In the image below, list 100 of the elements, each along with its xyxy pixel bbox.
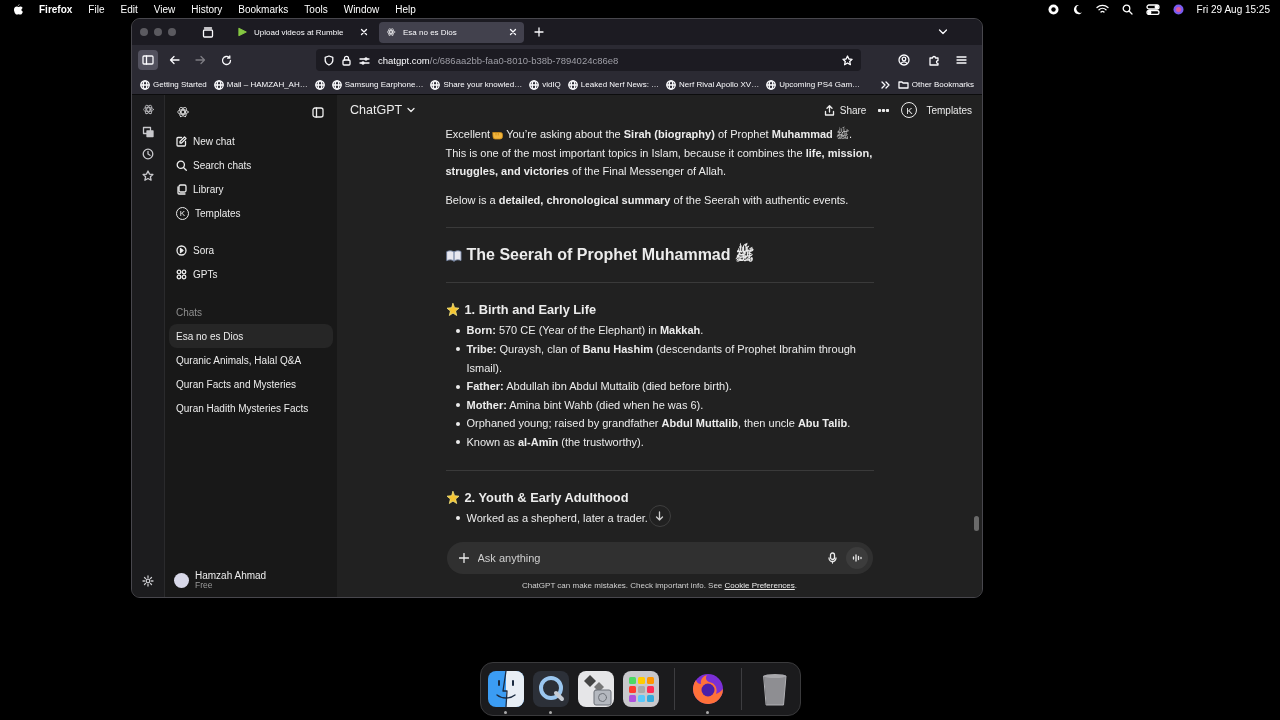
model-selector[interactable]: ChatGPT [350, 103, 416, 117]
menu-item[interactable]: View [153, 3, 176, 15]
record-icon[interactable] [1047, 3, 1059, 15]
history-icon[interactable] [142, 148, 154, 160]
bookmark-link[interactable]: Upcoming PS4 Gam… [779, 80, 861, 89]
bookmark-link[interactable]: vidIQ [542, 80, 561, 89]
tab-overview-icon[interactable] [202, 26, 214, 38]
sidebar-item[interactable]: Search chats [193, 159, 252, 171]
control-center-icon[interactable] [1145, 3, 1160, 15]
templates-button[interactable]: K Templates [901, 102, 972, 118]
composer-bar[interactable]: Ask anything [446, 542, 873, 574]
chat-item[interactable]: Quran Facts and Mysteries [169, 372, 333, 396]
cookie-preferences-link[interactable]: Cookie Preferences [724, 581, 795, 590]
account-icon[interactable] [898, 54, 910, 66]
chatgpt-logo-icon[interactable] [141, 103, 155, 116]
extensions-icon[interactable] [928, 54, 940, 66]
search-icon [176, 159, 187, 171]
running-indicator [504, 711, 507, 714]
close-icon[interactable] [509, 28, 517, 36]
close-icon[interactable] [360, 28, 368, 36]
message-input-field[interactable]: Ask anything [477, 552, 819, 564]
menu-item[interactable]: Bookmarks [238, 3, 289, 15]
window-minimize-button[interactable] [154, 28, 162, 36]
sidebar-item[interactable]: Sora [193, 244, 215, 256]
sidebar-toggle-icon[interactable] [312, 106, 324, 118]
menu-item[interactable]: File [88, 3, 105, 15]
quicktime-icon [531, 670, 570, 708]
bookmark-link[interactable]: Samsung Earphone… [344, 80, 424, 89]
sidebar-toggle-button[interactable] [138, 50, 158, 70]
chat-item[interactable]: Quran Hadith Mysteries Facts [169, 396, 333, 420]
search-icon[interactable] [1121, 3, 1133, 15]
sidebar-icon [142, 55, 154, 65]
chat-item[interactable]: Esa no es Dios [169, 324, 333, 348]
bookmark-link[interactable]: Getting Started [153, 80, 207, 89]
window-close-button[interactable] [140, 28, 148, 36]
avatar[interactable] [174, 572, 189, 588]
menu-item[interactable]: Window [343, 3, 380, 15]
chat-item[interactable]: Quranic Animals, Halal Q&A [169, 348, 333, 372]
menu-item[interactable]: Edit [120, 3, 138, 15]
folder-icon [897, 80, 909, 89]
wifi-icon[interactable] [1095, 4, 1109, 14]
screen-icon[interactable] [142, 126, 154, 138]
bullet-icon [455, 440, 460, 445]
chatgpt-logo-icon[interactable] [176, 105, 190, 119]
user-name[interactable]: Hamzah Ahmad [195, 569, 267, 582]
section-heading: 2. Youth & Early Adulthood [464, 488, 629, 507]
menu-item[interactable]: History [191, 3, 223, 15]
sidebar-item[interactable]: Templates [195, 207, 241, 219]
permissions-icon[interactable] [359, 55, 370, 65]
share-icon [823, 104, 835, 116]
globe-icon [567, 79, 578, 90]
bookmark-star-icon[interactable] [842, 54, 853, 66]
menu-icon[interactable] [956, 55, 967, 65]
open-book-icon [445, 248, 462, 262]
url-field[interactable]: chatgpt.com/c/686aa2bb-faa0-8010-b38b-7894024c86e8 [316, 49, 861, 71]
browser-tab[interactable]: Upload videos at Rumble [230, 21, 375, 43]
menu-item[interactable]: Help [395, 3, 416, 15]
bookmark-link[interactable]: Leaked Nerf News: … [580, 80, 660, 89]
bookmark-link[interactable]: Share your knowled… [443, 80, 523, 89]
window-zoom-button[interactable] [168, 28, 176, 36]
globe-icon [331, 79, 342, 90]
more-icon[interactable] [878, 108, 890, 112]
list-item-text: Born: 570 CE (Year of the Elephant) in Makkah. [466, 323, 704, 339]
finder-icon [486, 670, 525, 708]
scroll-down-button[interactable] [648, 505, 671, 527]
list-item-text: Father: Abdullah ibn Abdul Muttalib (died before birth). [466, 379, 732, 395]
settings-icon[interactable] [142, 575, 154, 587]
sidebar-item[interactable]: GPTs [193, 268, 218, 280]
new-tab-icon[interactable] [534, 27, 544, 37]
app-menu[interactable]: Firefox [39, 3, 73, 15]
chevron-down-icon[interactable] [938, 28, 948, 36]
microphone-icon[interactable] [827, 552, 837, 564]
lock-icon[interactable] [342, 54, 351, 66]
browser-tab[interactable]: Esa no es Dios [379, 21, 524, 43]
bookmark-globe-icon[interactable] [314, 79, 325, 90]
bookmark-link[interactable]: Nerf Rival Apollo XV… [679, 80, 760, 89]
list-item-text: Known as al-Amīn (the trustworthy). [466, 434, 644, 450]
share-button[interactable]: Share [823, 104, 867, 116]
scrollbar-thumb[interactable] [974, 516, 979, 531]
more-bookmarks-icon[interactable] [880, 80, 891, 89]
bookmark-link[interactable]: Mail – HAMZAH_AH… [226, 80, 308, 89]
bullet-icon [455, 384, 460, 389]
app-grid-icon [621, 670, 660, 708]
menu-item[interactable]: Tools [304, 3, 328, 15]
down-arrow-icon [655, 511, 664, 521]
list-item-text: Orphaned young; raised by grandfather Abdul Muttalib, then uncle Abu Talib. [466, 416, 851, 432]
globe-icon [213, 79, 224, 90]
section-heading: 1. Birth and Early Life [464, 301, 597, 320]
menubar-clock[interactable]: Fri 29 Aug 15:25 [1196, 3, 1270, 15]
bookmark-folder[interactable]: Other Bookmarks [911, 80, 974, 89]
bullet-icon [455, 516, 460, 521]
voice-mode-button[interactable] [845, 547, 868, 569]
siri-icon[interactable] [1172, 3, 1184, 15]
plus-icon[interactable] [458, 553, 469, 563]
moon-icon[interactable] [1071, 3, 1083, 15]
star-outline-icon[interactable] [142, 170, 154, 182]
sidebar-item[interactable]: Library [193, 183, 224, 195]
sidebar-item[interactable]: New chat [193, 135, 235, 147]
forward-arrow-icon [194, 55, 206, 65]
shield-icon[interactable] [324, 54, 334, 66]
